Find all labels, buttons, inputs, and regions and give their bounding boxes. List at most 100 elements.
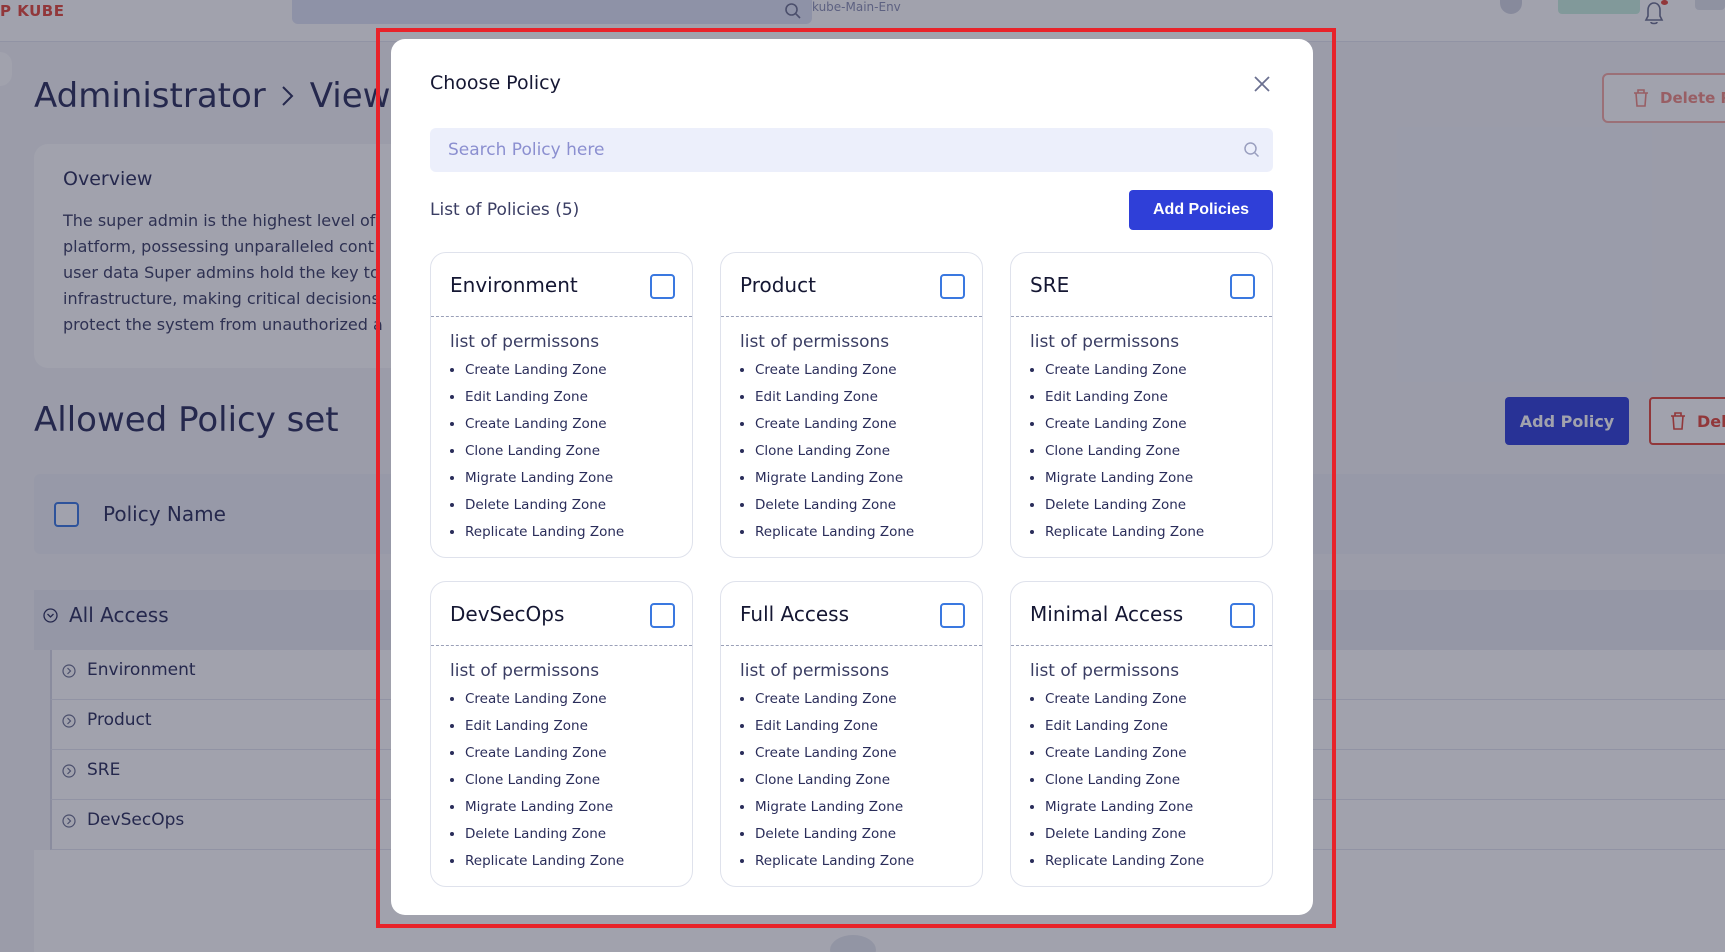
bullet bbox=[740, 503, 744, 507]
policy-checkbox[interactable] bbox=[1230, 274, 1255, 299]
list-item: Replicate Landing Zone bbox=[450, 523, 624, 550]
list-item: Replicate Landing Zone bbox=[1030, 852, 1204, 879]
list-item: Create Landing Zone bbox=[1030, 690, 1204, 717]
permission-label: Clone Landing Zone bbox=[1045, 443, 1181, 459]
permission-label: Edit Landing Zone bbox=[755, 718, 878, 734]
bullet bbox=[740, 751, 744, 755]
policy-card-devsecops[interactable]: DevSecOps list of permissons Create Land… bbox=[430, 581, 693, 887]
search-icon[interactable] bbox=[1242, 140, 1262, 160]
list-item: Migrate Landing Zone bbox=[740, 469, 914, 496]
bullet bbox=[450, 476, 454, 480]
bullet bbox=[740, 832, 744, 836]
list-item: Create Landing Zone bbox=[1030, 361, 1204, 388]
bullet bbox=[1030, 395, 1034, 399]
policy-checkbox[interactable] bbox=[940, 603, 965, 628]
permission-label: Migrate Landing Zone bbox=[755, 799, 904, 815]
policy-card-grid: Environment list of permissons Create La… bbox=[430, 252, 1273, 892]
policy-card-environment[interactable]: Environment list of permissons Create La… bbox=[430, 252, 693, 558]
list-item: Create Landing Zone bbox=[450, 744, 624, 771]
permissions-list: Create Landing Zone Edit Landing Zone Cr… bbox=[1030, 690, 1204, 879]
list-item: Create Landing Zone bbox=[740, 361, 914, 388]
bullet bbox=[1030, 368, 1034, 372]
bullet bbox=[1030, 476, 1034, 480]
bullet bbox=[1030, 697, 1034, 701]
bullet bbox=[450, 778, 454, 782]
permission-label: Replicate Landing Zone bbox=[465, 524, 625, 540]
list-item: Delete Landing Zone bbox=[740, 825, 914, 852]
list-item: Clone Landing Zone bbox=[1030, 442, 1204, 469]
permission-label: Replicate Landing Zone bbox=[1045, 853, 1205, 869]
bullet bbox=[450, 859, 454, 863]
list-item: Delete Landing Zone bbox=[450, 825, 624, 852]
list-item: Migrate Landing Zone bbox=[1030, 798, 1204, 825]
permission-label: Edit Landing Zone bbox=[1045, 389, 1168, 405]
policy-search-input[interactable] bbox=[430, 128, 1230, 172]
permission-label: Create Landing Zone bbox=[1045, 416, 1187, 432]
permission-label: Create Landing Zone bbox=[1045, 745, 1187, 761]
policy-checkbox[interactable] bbox=[940, 274, 965, 299]
permission-label: Create Landing Zone bbox=[465, 691, 607, 707]
list-item: Delete Landing Zone bbox=[450, 496, 624, 523]
bullet bbox=[1030, 751, 1034, 755]
bullet bbox=[450, 368, 454, 372]
card-title: Environment bbox=[450, 273, 578, 297]
list-item: Delete Landing Zone bbox=[1030, 496, 1204, 523]
permission-label: Replicate Landing Zone bbox=[755, 853, 915, 869]
permission-label: Migrate Landing Zone bbox=[465, 470, 614, 486]
list-item: Migrate Landing Zone bbox=[450, 798, 624, 825]
bullet bbox=[740, 859, 744, 863]
bullet bbox=[450, 832, 454, 836]
permissions-heading: list of permissons bbox=[1030, 332, 1180, 352]
policy-checkbox[interactable] bbox=[1230, 603, 1255, 628]
permissions-list: Create Landing Zone Edit Landing Zone Cr… bbox=[740, 690, 914, 879]
permission-label: Replicate Landing Zone bbox=[755, 524, 915, 540]
list-item: Create Landing Zone bbox=[450, 361, 624, 388]
policy-count: List of Policies (5) bbox=[430, 200, 580, 220]
policy-card-minimal-access[interactable]: Minimal Access list of permissons Create… bbox=[1010, 581, 1273, 887]
permission-label: Migrate Landing Zone bbox=[1045, 470, 1194, 486]
bullet bbox=[740, 476, 744, 480]
list-item: Create Landing Zone bbox=[1030, 415, 1204, 442]
policy-card-sre[interactable]: SRE list of permissons Create Landing Zo… bbox=[1010, 252, 1273, 558]
permissions-heading: list of permissons bbox=[450, 661, 600, 681]
policy-card-full-access[interactable]: Full Access list of permissons Create La… bbox=[720, 581, 983, 887]
bullet bbox=[740, 724, 744, 728]
list-item: Clone Landing Zone bbox=[450, 771, 624, 798]
permission-label: Delete Landing Zone bbox=[755, 826, 897, 842]
list-item: Migrate Landing Zone bbox=[1030, 469, 1204, 496]
bullet bbox=[450, 697, 454, 701]
permission-label: Migrate Landing Zone bbox=[465, 799, 614, 815]
permissions-list: Create Landing Zone Edit Landing Zone Cr… bbox=[450, 361, 624, 550]
bullet bbox=[1030, 530, 1034, 534]
permission-label: Create Landing Zone bbox=[755, 691, 897, 707]
permission-label: Clone Landing Zone bbox=[755, 443, 891, 459]
permission-label: Delete Landing Zone bbox=[465, 497, 607, 513]
policy-checkbox[interactable] bbox=[650, 274, 675, 299]
permission-label: Create Landing Zone bbox=[465, 362, 607, 378]
policy-checkbox[interactable] bbox=[650, 603, 675, 628]
close-icon[interactable] bbox=[1249, 71, 1275, 97]
list-item: Edit Landing Zone bbox=[450, 717, 624, 744]
choose-policy-modal: Choose Policy List of Policies (5) Add P… bbox=[391, 39, 1313, 915]
list-item: Create Landing Zone bbox=[1030, 744, 1204, 771]
bullet bbox=[450, 530, 454, 534]
permission-label: Replicate Landing Zone bbox=[1045, 524, 1205, 540]
list-item: Create Landing Zone bbox=[740, 415, 914, 442]
list-item: Replicate Landing Zone bbox=[1030, 523, 1204, 550]
permission-label: Edit Landing Zone bbox=[1045, 718, 1168, 734]
policy-card-product[interactable]: Product list of permissons Create Landin… bbox=[720, 252, 983, 558]
permission-label: Delete Landing Zone bbox=[465, 826, 607, 842]
permission-label: Migrate Landing Zone bbox=[755, 470, 904, 486]
add-policies-button[interactable]: Add Policies bbox=[1129, 190, 1273, 230]
bullet bbox=[740, 395, 744, 399]
list-item: Delete Landing Zone bbox=[1030, 825, 1204, 852]
bullet bbox=[740, 368, 744, 372]
list-item: Create Landing Zone bbox=[450, 690, 624, 717]
card-header: Minimal Access bbox=[1011, 582, 1272, 646]
bullet bbox=[740, 422, 744, 426]
list-item: Clone Landing Zone bbox=[740, 442, 914, 469]
permission-label: Create Landing Zone bbox=[465, 416, 607, 432]
bullet bbox=[450, 724, 454, 728]
permission-label: Delete Landing Zone bbox=[1045, 497, 1187, 513]
bullet bbox=[1030, 449, 1034, 453]
